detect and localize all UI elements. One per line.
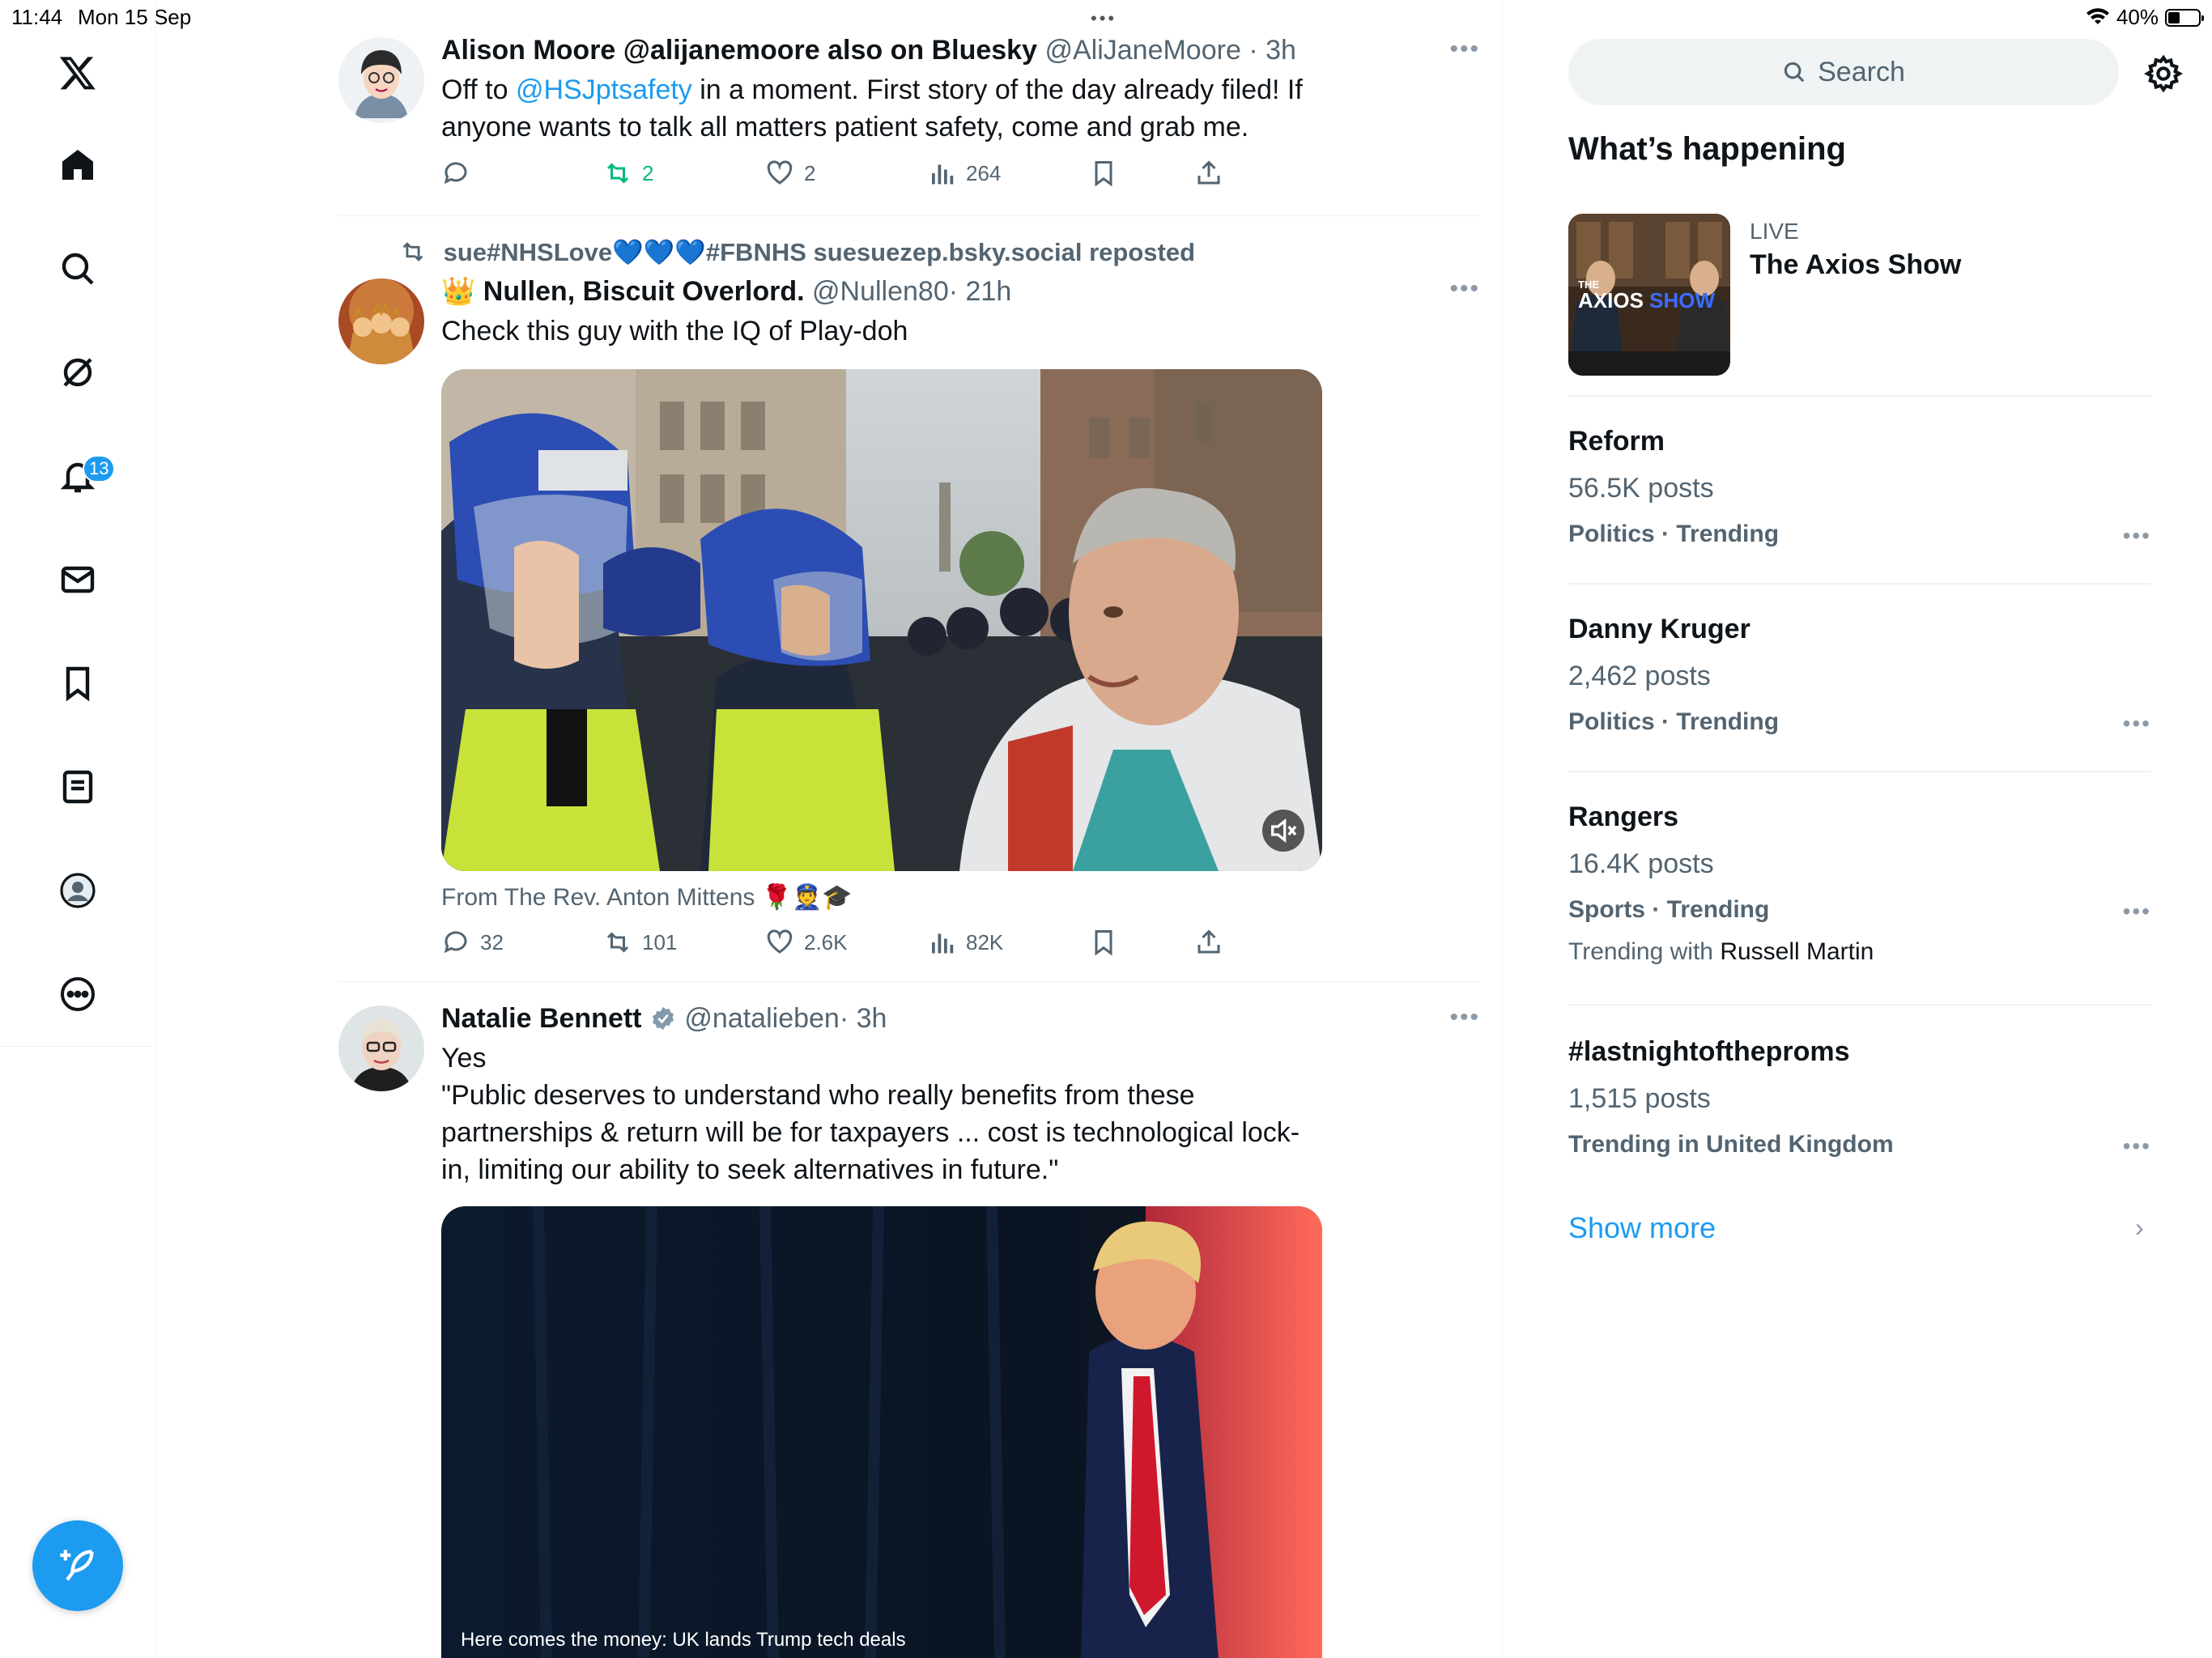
more-options-icon[interactable]: [45, 962, 110, 1027]
post-time[interactable]: · 3h: [1249, 35, 1296, 66]
live-event[interactable]: THE AXIOS SHOW LIVE The Axios Show: [1568, 214, 2151, 376]
trend-more-options[interactable]: •••: [2123, 523, 2151, 549]
views-icon: [932, 164, 954, 185]
reply-button[interactable]: 32: [441, 928, 504, 957]
reply-button[interactable]: [441, 159, 480, 188]
bookmark-button[interactable]: [1089, 159, 1118, 188]
avatar[interactable]: [338, 1005, 424, 1091]
trend-item[interactable]: #lastnightoftheproms 1,515 posts Trendin…: [1568, 1033, 2151, 1163]
author-name[interactable]: Natalie Bennett: [441, 1003, 642, 1034]
name-emoji: 👑: [441, 276, 476, 307]
repost-icon: [606, 163, 629, 184]
live-thumbnail: THE AXIOS SHOW: [1568, 214, 1730, 376]
repost-icon: [402, 242, 423, 261]
live-title: The Axios Show: [1750, 249, 1962, 280]
post-text: Check this guy with the IQ of Play-doh: [441, 316, 908, 346]
trend-more-options[interactable]: •••: [2123, 711, 2151, 737]
reply-icon: [444, 931, 467, 954]
trend-more-options[interactable]: •••: [2123, 1133, 2151, 1159]
search-placeholder: Search: [1818, 56, 1905, 87]
heart-icon: [767, 929, 793, 954]
image-caption: Here comes the money: UK lands Trump tec…: [461, 1629, 906, 1651]
profile-icon[interactable]: [45, 858, 110, 923]
compose-post-button[interactable]: [32, 1520, 123, 1611]
show-more-link[interactable]: Show more: [1568, 1211, 1716, 1245]
home-icon[interactable]: [45, 133, 110, 198]
messages-icon[interactable]: [45, 547, 110, 612]
views-button[interactable]: 264: [927, 159, 1001, 188]
bookmark-icon: [1095, 930, 1112, 956]
post-video[interactable]: [441, 369, 1322, 871]
bookmarks-icon[interactable]: [45, 651, 110, 716]
sidebar-right: Search What’s happening THE AXIOS SHOW L…: [1504, 0, 2212, 1658]
axios-logo: AXIOS SHOW: [1578, 288, 1716, 312]
trend-item[interactable]: Reform 56.5K posts Politics · Trending •…: [1568, 423, 2151, 552]
author-name[interactable]: Alison Moore @alijanemoore also on Blues…: [441, 35, 1037, 66]
post-actions: 2 2 264: [441, 159, 1259, 194]
verified-badge-icon: [652, 1006, 674, 1031]
search-icon: [1784, 62, 1805, 83]
post-text: Off to @HSJptsafety in a moment. First s…: [441, 74, 1303, 142]
author-handle[interactable]: @AliJaneMoore: [1044, 35, 1240, 66]
search-icon[interactable]: [45, 236, 110, 301]
grok-icon[interactable]: [45, 340, 110, 405]
feather-plus-icon: [60, 1550, 94, 1581]
mute-icon[interactable]: [1267, 814, 1300, 847]
avatar[interactable]: [338, 37, 424, 123]
trend-item[interactable]: Danny Kruger 2,462 posts Politics · Tren…: [1568, 610, 2151, 740]
share-button[interactable]: [1194, 159, 1223, 188]
heart-icon: [767, 160, 793, 185]
post-more-options[interactable]: •••: [1449, 275, 1480, 303]
share-button[interactable]: [1194, 928, 1223, 957]
views-button[interactable]: 82K: [927, 928, 1003, 957]
video-source[interactable]: From The Rev. Anton Mittens 🌹👮🎓: [441, 879, 853, 916]
author-handle[interactable]: @natalieben: [684, 1003, 839, 1034]
settings-gear-icon[interactable]: [2143, 53, 2184, 94]
post-time[interactable]: · 21h: [949, 276, 1012, 307]
views-icon: [932, 933, 954, 954]
post-image[interactable]: Here comes the money: UK lands Trump tec…: [441, 1206, 1322, 1658]
repost-context[interactable]: sue#NHSLove💙💙💙#FBNHS suesuezep.bsky.soci…: [399, 235, 1452, 270]
lists-icon[interactable]: [45, 755, 110, 819]
trending-with-name: Russell Martin: [1720, 938, 1874, 965]
repost-button[interactable]: 2: [603, 159, 653, 188]
x-logo-icon[interactable]: [45, 40, 110, 105]
tweet[interactable]: sue#NHSLove💙💙💙#FBNHS suesuezep.bsky.soci…: [338, 235, 1480, 982]
post-actions: 32 101 2.6K 82K: [441, 928, 1259, 963]
post-more-options[interactable]: •••: [1449, 36, 1480, 63]
tweet[interactable]: Alison Moore @alijanemoore also on Blues…: [338, 32, 1480, 219]
share-icon: [1197, 160, 1220, 185]
chevron-right-icon[interactable]: ›: [2135, 1213, 2144, 1243]
trend-item[interactable]: Rangers 16.4K posts Sports · Trending Tr…: [1568, 798, 2151, 970]
home-timeline: Alison Moore @alijanemoore also on Blues…: [157, 0, 1503, 1658]
whats-happening-heading: What’s happening: [1568, 131, 1846, 167]
bookmark-button[interactable]: [1089, 928, 1118, 957]
notifications-badge: 13: [83, 455, 116, 483]
post-time[interactable]: · 3h: [840, 1003, 887, 1034]
mention-link[interactable]: @HSJptsafety: [516, 74, 692, 105]
bookmark-icon: [1095, 161, 1112, 187]
live-label: LIVE: [1750, 219, 1799, 244]
author-name[interactable]: Nullen, Biscuit Overlord.: [483, 276, 805, 307]
author-handle[interactable]: @Nullen80: [812, 276, 949, 307]
tweet[interactable]: Natalie Bennett @natalieben· 3h Yes "Pub…: [338, 1001, 1480, 1658]
like-button[interactable]: 2.6K: [765, 928, 848, 957]
post-text: Yes "Public deserves to understand who r…: [441, 1043, 1300, 1185]
repost-button[interactable]: 101: [603, 928, 677, 957]
trend-more-options[interactable]: •••: [2123, 899, 2151, 925]
like-button[interactable]: 2: [765, 159, 815, 188]
share-icon: [1197, 929, 1220, 954]
reply-icon: [444, 162, 467, 185]
search-input[interactable]: Search: [1568, 39, 2119, 105]
repost-icon: [606, 932, 629, 953]
notifications-bell-icon[interactable]: 13: [45, 444, 116, 508]
post-more-options[interactable]: •••: [1449, 1004, 1480, 1031]
avatar[interactable]: [338, 278, 424, 364]
left-navigation: 13: [0, 0, 156, 1658]
